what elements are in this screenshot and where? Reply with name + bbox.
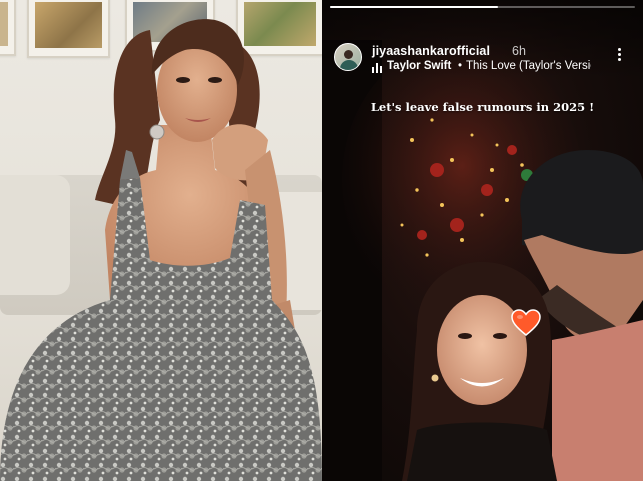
music-artist[interactable]: Taylor Swift xyxy=(387,60,451,72)
story-progress-bar xyxy=(330,6,635,8)
sweater xyxy=(552,320,643,481)
story-progress-fill xyxy=(330,6,498,8)
more-options-icon[interactable] xyxy=(616,48,622,64)
music-bars-icon xyxy=(372,63,382,73)
music-separator: • xyxy=(458,60,463,72)
avatar[interactable] xyxy=(334,43,362,71)
orange-heart-emoji xyxy=(511,309,541,336)
story-time: 6h xyxy=(512,44,526,58)
earring xyxy=(149,124,165,140)
composite-image: jiyaashankarofficial 6h Taylor Swift • T… xyxy=(0,0,643,481)
woman-figure xyxy=(0,19,322,481)
instagram-story[interactable]: jiyaashankarofficial 6h Taylor Swift • T… xyxy=(322,0,643,481)
music-song-title[interactable]: This Love (Taylor's Versio... xyxy=(466,60,591,72)
story-caption: Let's leave false rumours in 2025 ! xyxy=(370,100,595,114)
portrait-photo xyxy=(0,0,322,481)
story-username[interactable]: jiyaashankarofficial xyxy=(372,44,490,58)
